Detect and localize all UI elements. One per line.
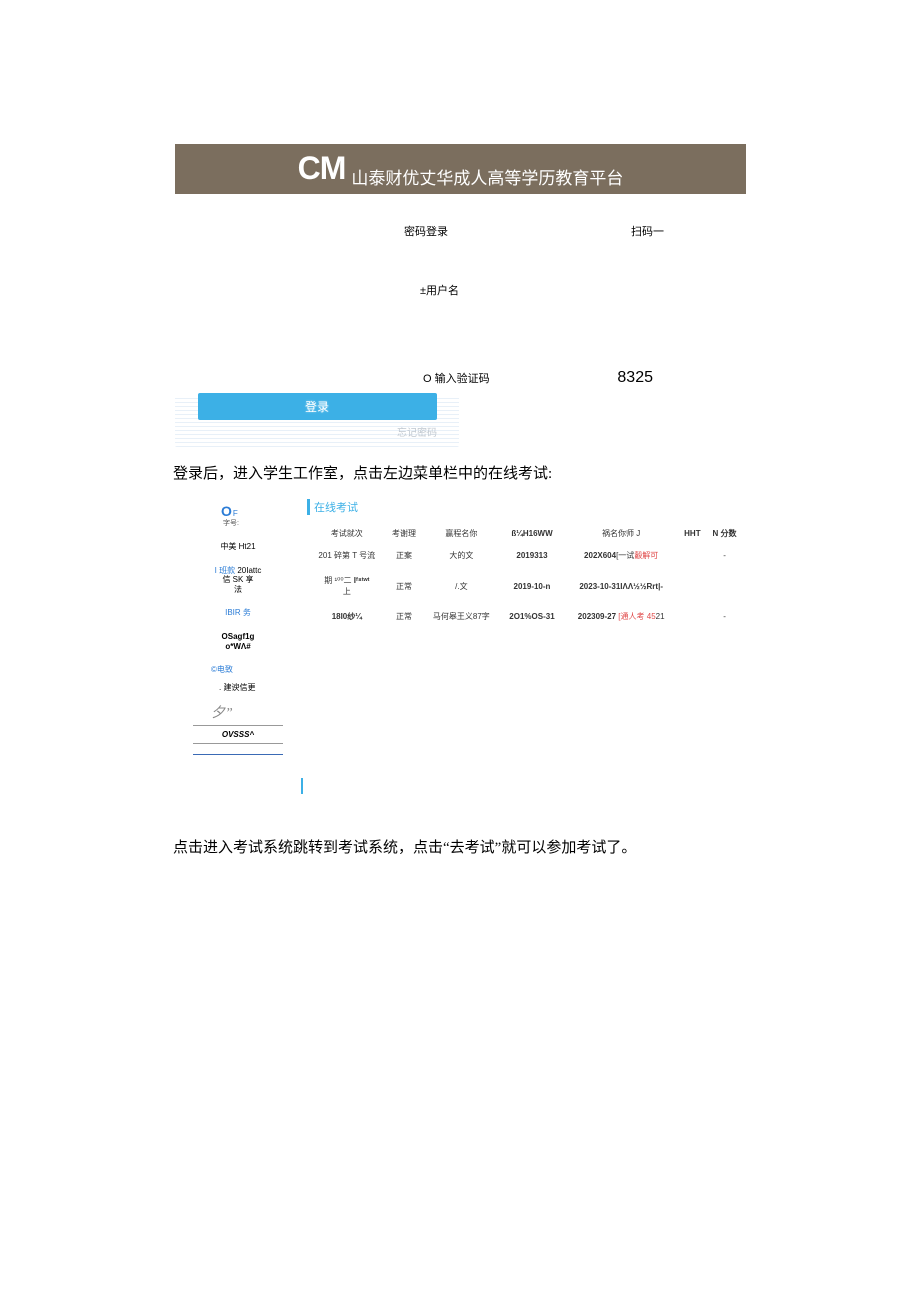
sidebar-item-2[interactable]: I 班款 20Iattc信 SK 享法: [173, 566, 303, 595]
cell: 正案: [387, 544, 422, 567]
sidebar-item-1[interactable]: 中美 Ht21: [173, 542, 303, 552]
cell: [680, 605, 705, 628]
captcha-input[interactable]: O 输入验证码: [423, 370, 490, 386]
captcha-code: 8325: [617, 369, 653, 387]
cell: [707, 569, 742, 603]
sidebar-item-4[interactable]: OSagf1go*WΛ#: [173, 632, 303, 651]
sidebar-item-5[interactable]: ©电致: [173, 665, 303, 675]
sidebar-item-2-prefix: I 班款: [215, 566, 235, 575]
cell: 2019313: [501, 544, 562, 567]
username-field-label[interactable]: ±用户名: [420, 282, 459, 298]
tab-scan-login[interactable]: 扫码一: [631, 223, 664, 239]
exam-table-row[interactable]: 201 碎第 T 号流 正案 大的文 2019313 202X604[一试觳解可…: [309, 544, 742, 567]
th-6: N 分数: [707, 525, 742, 542]
cell: 马何皋王义87字: [423, 605, 499, 628]
instruction-step-1: 登录后，进入学生工作室，点击左边菜单栏中的在线考试:: [173, 462, 552, 483]
sidebar-header-suffix: F: [233, 509, 238, 518]
cell: /.文: [423, 569, 499, 603]
cell: 2019-10-n: [501, 569, 562, 603]
th-0: 考试就次: [309, 525, 385, 542]
cell: 201 碎第 T 号流: [309, 544, 385, 567]
exam-table-row[interactable]: 18I0纱¼ 正常 马何皋王义87字 2O1%OS-31 202309-27 […: [309, 605, 742, 628]
cell: 正常: [387, 569, 422, 603]
sidebar-item-6[interactable]: . 建谀信更: [173, 683, 303, 693]
th-4: 祸名你师 J: [565, 525, 678, 542]
banner-logo: CM: [298, 150, 346, 187]
captcha-row: O 输入验证码 8325: [423, 369, 653, 387]
sidebar-header: O F: [173, 503, 303, 519]
th-1: 考谢理: [387, 525, 422, 542]
exam-table: 考试就次 考谢理 赢程名你 ß¼H16WW 祸名你师 J HHT N 分数 20…: [307, 523, 744, 630]
banner-title: 山泰财优丈华成人高等学历教育平台: [351, 156, 623, 189]
cell: [680, 569, 705, 603]
workspace-sidebar: O F 字号: 中美 Ht21 I 班款 20Iattc信 SK 享法 IBIR…: [173, 493, 303, 797]
th-3: ß¼H16WW: [501, 525, 562, 542]
sidebar-item-8[interactable]: OVSSS^: [193, 725, 283, 744]
student-workspace-panel: O F 字号: 中美 Ht21 I 班款 20Iattc信 SK 享法 IBIR…: [173, 493, 748, 797]
cell: 202X604[一试觳解可: [565, 544, 678, 567]
login-panel: 登录 忘记密码: [175, 396, 459, 447]
main-title-online-exam: 在线考试: [307, 499, 744, 515]
cell: [680, 544, 705, 567]
sidebar-subtitle: 字号:: [173, 518, 303, 528]
sidebar-header-icon: O: [221, 503, 232, 519]
sidebar-divider: [193, 754, 283, 755]
cell: 18I0纱¼: [309, 605, 385, 628]
cell: 正常: [387, 605, 422, 628]
th-2: 赢程名你: [423, 525, 499, 542]
text-cursor-icon: [301, 778, 303, 794]
captcha-icon: O: [423, 373, 432, 385]
forgot-password-link[interactable]: 忘记密码: [397, 424, 437, 439]
tab-password-login[interactable]: 密码登录: [404, 223, 448, 239]
cell: 2023-10-31IΛΛ½½Rrt|-: [565, 569, 678, 603]
cell: 2O1%OS-31: [501, 605, 562, 628]
cell: -: [707, 544, 742, 567]
sidebar-item-3[interactable]: IBIR 务: [173, 608, 303, 618]
cell: 大的文: [423, 544, 499, 567]
workspace-main: 在线考试 考试就次 考谢理 赢程名你 ß¼H16WW 祸名你师 J HHT N …: [303, 493, 748, 797]
platform-banner: CM 山泰财优丈华成人高等学历教育平台: [175, 144, 746, 194]
login-tabs: 密码登录 扫码一: [404, 223, 664, 239]
sidebar-item-7[interactable]: 夕”: [173, 706, 303, 723]
cell: 202309-27 [通人考 4521: [565, 605, 678, 628]
exam-table-row[interactable]: 期 ¹⁰⁰二 Iᶠ⁸ᵗʷᵗ上 正常 /.文 2019-10-n 2023-10-…: [309, 569, 742, 603]
instruction-step-2: 点击进入考试系统跳转到考试系统，点击“去考试”就可以参加考试了。: [173, 836, 636, 857]
th-5: HHT: [680, 525, 705, 542]
captcha-placeholder: 输入验证码: [435, 373, 490, 385]
cell: 期 ¹⁰⁰二 Iᶠ⁸ᵗʷᵗ上: [309, 569, 385, 603]
login-button[interactable]: 登录: [198, 393, 437, 420]
exam-table-header-row: 考试就次 考谢理 赢程名你 ß¼H16WW 祸名你师 J HHT N 分数: [309, 525, 742, 542]
cell: -: [707, 605, 742, 628]
